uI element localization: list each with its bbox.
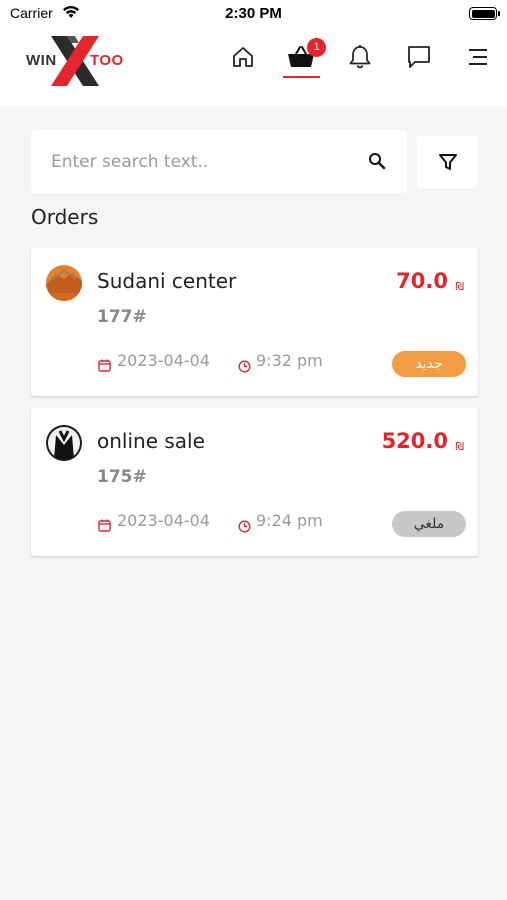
order-number: 177# [97, 307, 147, 327]
order-number: 175# [97, 467, 147, 487]
filter-icon [438, 154, 457, 170]
clock: 2:30 PM [225, 5, 282, 22]
order-price: 70.0 [396, 269, 448, 293]
clock-icon [238, 358, 251, 377]
calendar-icon [98, 357, 111, 376]
calendar-icon [98, 517, 111, 536]
menu-button[interactable] [463, 42, 493, 72]
filter-button[interactable] [417, 136, 478, 188]
chat-icon [408, 46, 430, 68]
hamburger-menu-icon [469, 49, 487, 65]
currency-symbol: ₪ [455, 280, 464, 293]
status-bar: Carrier 2:30 PM [0, 0, 507, 28]
customer-avatar [46, 265, 82, 301]
logo-text-win: WIN [26, 52, 57, 69]
order-time: 9:32 pm [256, 351, 323, 370]
status-badge: ملغي [392, 511, 466, 537]
home-button[interactable] [228, 42, 258, 72]
app-header: WIN TOO 1 [0, 28, 507, 106]
search-icon[interactable] [368, 152, 386, 174]
customer-name: Sudani center [97, 269, 237, 293]
customer-avatar [46, 425, 82, 461]
order-date: 2023-04-04 [117, 511, 210, 530]
battery-icon [469, 7, 500, 20]
orders-heading: Orders [31, 205, 99, 229]
order-card[interactable]: Sudani center 177# 70.0 ₪ 2023-04-04 9:3… [31, 248, 478, 396]
status-badge: جديد [392, 351, 466, 377]
order-time: 9:24 pm [256, 511, 323, 530]
bell-icon [349, 45, 371, 69]
customer-name: online sale [97, 429, 205, 453]
cart-count-badge: 1 [307, 38, 326, 57]
notifications-button[interactable] [345, 42, 375, 72]
search-bar [31, 130, 407, 193]
app-logo[interactable]: WIN TOO [24, 36, 128, 86]
logo-text-too: TOO [90, 52, 124, 69]
currency-symbol: ₪ [455, 440, 464, 453]
clock-icon [238, 518, 251, 537]
search-input[interactable] [51, 130, 351, 193]
messages-button[interactable] [404, 42, 434, 72]
order-price: 520.0 [381, 429, 448, 453]
order-card[interactable]: online sale 175# 520.0 ₪ 2023-04-04 9:24… [31, 408, 478, 556]
cart-active-indicator [283, 76, 320, 78]
order-date: 2023-04-04 [117, 351, 210, 370]
home-icon [233, 47, 253, 67]
